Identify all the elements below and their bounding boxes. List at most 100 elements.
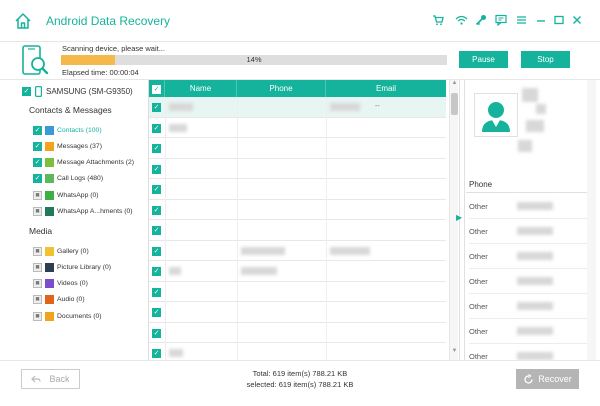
sidebar-item[interactable]: ✓ Contacts (100) <box>33 123 102 137</box>
sidebar-item[interactable]: ■ Gallery (0) <box>33 244 89 258</box>
maximize-icon[interactable] <box>552 13 566 27</box>
menu-icon[interactable] <box>514 13 528 27</box>
row-checkbox[interactable]: ✓ <box>152 144 161 153</box>
row-checkbox[interactable]: ✓ <box>152 103 161 112</box>
sidebar-item[interactable]: ■ Picture Library (0) <box>33 260 111 274</box>
sidebar-item[interactable]: ■ WhatsApp (0) <box>33 188 99 202</box>
redacted-phone <box>517 227 553 235</box>
sidebar-item[interactable]: ✓ Messages (37) <box>33 139 102 153</box>
sidebar-item-checkbox[interactable]: ✓ <box>33 125 42 135</box>
elapsed-time: Elapsed time: 00:00:04 <box>62 68 139 77</box>
column-header-name[interactable]: Name <box>165 80 237 97</box>
back-label: Back <box>49 374 70 384</box>
sidebar-item-label: Call Logs (480) <box>57 175 104 183</box>
table-row[interactable]: ✓ <box>149 199 446 220</box>
scroll-thumb[interactable] <box>451 93 458 115</box>
table-row[interactable]: ✓ <box>149 220 446 241</box>
table-row[interactable]: ✓ <box>149 158 446 179</box>
section-header: Contacts & Messages <box>29 105 112 115</box>
minimize-icon[interactable] <box>534 13 548 27</box>
redacted-cell <box>241 246 285 255</box>
sidebar-item[interactable]: ✓ Message Attachments (2) <box>33 156 134 170</box>
sidebar-item[interactable]: ■ Documents (0) <box>33 309 102 323</box>
column-header-phone[interactable]: Phone <box>237 80 326 97</box>
key-icon[interactable] <box>474 13 488 27</box>
row-checkbox[interactable]: ✓ <box>152 267 161 276</box>
row-checkbox[interactable]: ✓ <box>152 328 161 338</box>
sidebar-item-checkbox[interactable]: ■ <box>33 190 42 200</box>
sidebar-item[interactable]: ■ Audio (0) <box>33 293 85 307</box>
device-row[interactable]: ✓ SAMSUNG (SM-G9350) <box>22 84 133 98</box>
sidebar-item-label: Message Attachments (2) <box>57 159 135 167</box>
select-all-checkbox[interactable]: ✓ <box>149 80 165 97</box>
sidebar-item-checkbox[interactable]: ■ <box>33 295 42 305</box>
sidebar-item-checkbox[interactable]: ✓ <box>33 174 42 184</box>
device-checkbox[interactable]: ✓ <box>22 86 31 96</box>
column-header-email[interactable]: Email <box>326 80 446 97</box>
row-checkbox[interactable]: ✓ <box>152 164 161 174</box>
sidebar-item-checkbox[interactable]: ■ <box>33 207 42 216</box>
phone-type-row: Other <box>469 244 587 269</box>
whatsapp-icon <box>45 190 54 200</box>
sidebar-item-checkbox[interactable]: ✓ <box>33 158 42 168</box>
recover-button[interactable]: Recover <box>516 369 579 389</box>
collapse-arrow-icon[interactable]: ▶ <box>456 213 462 223</box>
row-checkbox[interactable]: ✓ <box>152 287 161 297</box>
table-row[interactable]: ✓ <box>149 281 446 302</box>
selection-summary: Total: 619 item(s) 788.21 KB selected: 6… <box>180 368 420 390</box>
row-checkbox[interactable]: ✓ <box>152 246 161 256</box>
sidebar-item[interactable]: ■ WhatsApp A...hments (0) <box>33 205 133 219</box>
table-row[interactable]: ✓ -- <box>149 97 446 118</box>
phone-type-label: Other <box>469 252 488 261</box>
scroll-down-icon[interactable]: ▼ <box>450 348 459 358</box>
table-row[interactable]: ✓ <box>149 179 446 200</box>
phone-icon <box>35 85 42 97</box>
wifi-icon[interactable] <box>454 13 468 27</box>
sidebar-item-checkbox[interactable]: ■ <box>33 262 42 272</box>
pause-button[interactable]: Pause <box>459 51 508 68</box>
phone-section-header: Phone <box>469 180 493 189</box>
stop-button[interactable]: Stop <box>521 51 570 68</box>
redacted-phone <box>517 277 553 285</box>
detail-scrollbar[interactable] <box>587 80 596 360</box>
scan-progress-label: 14% <box>246 55 262 64</box>
selected-text: selected: 619 item(s) 788.21 KB <box>246 380 354 389</box>
row-checkbox[interactable]: ✓ <box>152 123 161 133</box>
back-arrow-icon <box>31 375 42 382</box>
row-checkbox[interactable]: ✓ <box>152 226 161 235</box>
sidebar-item[interactable]: ✓ Call Logs (480) <box>33 172 103 186</box>
table-header: ✓ Name Phone Email <box>149 80 446 97</box>
call-logs-icon <box>45 174 54 184</box>
row-checkbox[interactable]: ✓ <box>152 349 161 358</box>
table-row[interactable]: ✓ <box>149 302 446 323</box>
redacted-cell <box>330 103 360 111</box>
table-row[interactable]: ✓ <box>149 117 446 138</box>
messages-icon <box>45 141 54 151</box>
sidebar-item-checkbox[interactable]: ■ <box>33 311 42 321</box>
sidebar-item-label: WhatsApp A...hments (0) <box>57 208 133 215</box>
table-row[interactable]: ✓ <box>149 240 446 261</box>
sidebar-item-label: Picture Library (0) <box>57 263 112 271</box>
feedback-icon[interactable] <box>494 13 508 27</box>
scroll-up-icon[interactable]: ▲ <box>450 80 459 90</box>
redacted-phone <box>517 302 553 310</box>
close-icon[interactable] <box>570 13 584 27</box>
sidebar-item-checkbox[interactable]: ■ <box>33 279 42 289</box>
sidebar-item-label: Contacts (100) <box>57 126 102 134</box>
sidebar-item-label: Documents (0) <box>57 312 102 320</box>
sidebar-item[interactable]: ■ Videos (0) <box>33 277 88 291</box>
row-checkbox[interactable]: ✓ <box>152 205 161 215</box>
back-button[interactable]: Back <box>21 369 80 389</box>
home-icon[interactable] <box>13 11 33 31</box>
row-checkbox[interactable]: ✓ <box>152 308 161 317</box>
sidebar-item-checkbox[interactable]: ✓ <box>33 141 42 151</box>
sidebar-item-checkbox[interactable]: ■ <box>33 246 42 256</box>
table-row[interactable]: ✓ <box>149 138 446 159</box>
table-row[interactable]: ✓ <box>149 261 446 282</box>
row-checkbox[interactable]: ✓ <box>152 185 161 194</box>
phone-type-label: Other <box>469 277 488 286</box>
table-row[interactable]: ✓ <box>149 322 446 343</box>
redacted-cell <box>169 123 187 132</box>
phone-type-row: Other <box>469 319 587 344</box>
cart-icon[interactable] <box>431 13 445 27</box>
